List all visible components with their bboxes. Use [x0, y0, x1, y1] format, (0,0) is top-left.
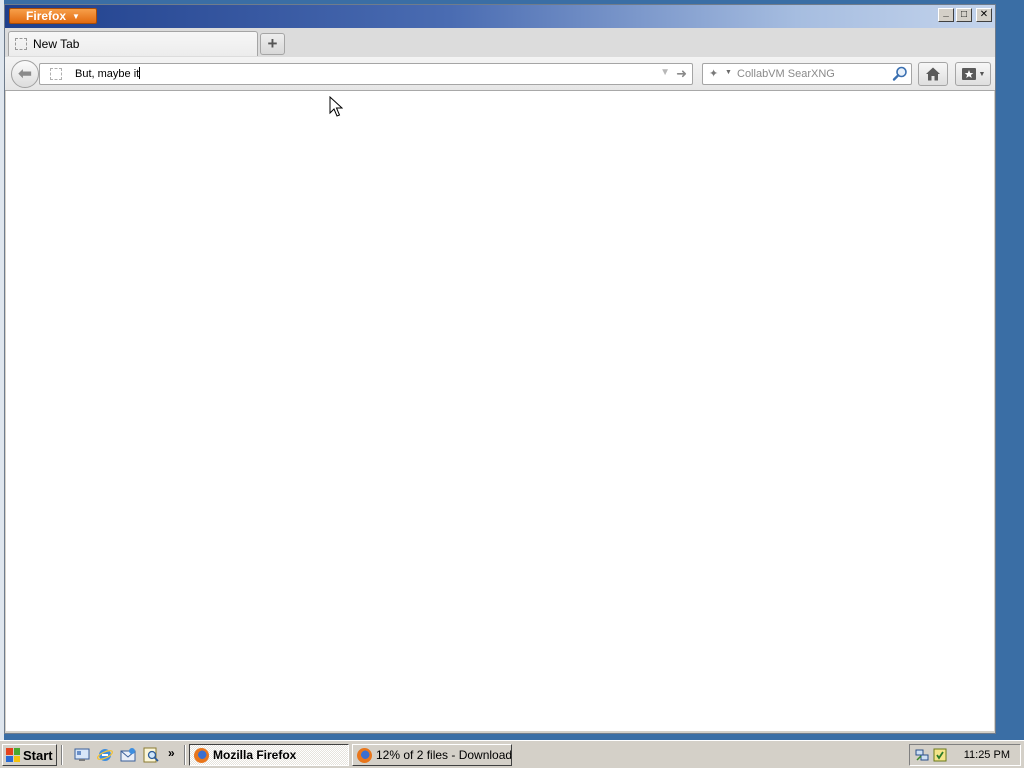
home-button[interactable] — [918, 62, 948, 86]
system-tray: 11:25 PM — [909, 744, 1021, 766]
engine-chevron-down-icon[interactable]: ▼ — [725, 69, 732, 76]
clock[interactable]: 11:25 PM — [964, 749, 1010, 761]
tab-new-tab[interactable]: New Tab — [8, 31, 258, 56]
maximize-icon: □ — [960, 9, 968, 20]
close-icon: ✕ — [979, 9, 989, 20]
tab-strip: New Tab + — [5, 28, 995, 57]
blank-page-icon — [15, 38, 27, 50]
back-arrow-icon: ⬅ — [17, 64, 33, 83]
go-arrow-icon[interactable]: ➜ — [676, 66, 687, 82]
search-icon[interactable] — [143, 747, 159, 763]
task-button-downloads[interactable]: 12% of 2 files - Downloads — [352, 744, 512, 766]
firefox-menu-button[interactable]: Firefox ▼ — [9, 8, 97, 24]
history-dropdown-icon[interactable]: ▼ — [660, 67, 670, 78]
firefox-icon — [194, 747, 209, 763]
security-shield-icon[interactable] — [933, 748, 947, 762]
magnifier-icon[interactable] — [891, 65, 909, 83]
windows-logo-icon — [6, 748, 20, 762]
taskbar-separator — [61, 745, 63, 765]
bookmarks-button[interactable]: ▼ — [955, 62, 991, 86]
show-desktop-icon[interactable] — [74, 747, 90, 763]
internet-explorer-icon[interactable] — [97, 747, 113, 763]
page-content[interactable] — [6, 91, 994, 731]
mouse-cursor-icon — [329, 96, 343, 117]
task-label: Mozilla Firefox — [213, 748, 297, 762]
new-tab-button[interactable]: + — [260, 33, 285, 55]
site-identity-icon[interactable] — [50, 68, 62, 80]
puzzle-icon[interactable]: ✦ — [709, 67, 718, 80]
chevron-down-icon: ▼ — [72, 11, 80, 21]
url-input[interactable]: But, maybe it — [75, 67, 140, 80]
task-label: 12% of 2 files - Downloads — [376, 748, 512, 762]
search-input[interactable]: CollabVM SearXNG — [737, 68, 835, 80]
bookmarks-star-icon — [961, 68, 976, 80]
minimize-button[interactable]: _ — [938, 6, 954, 22]
start-button[interactable]: Start — [2, 744, 57, 766]
taskbar: Start » Mozilla Firefox 12% of 2 files -… — [0, 740, 1024, 768]
firefox-menu-label: Firefox — [26, 9, 67, 23]
maximize-button[interactable]: □ — [956, 8, 972, 22]
search-bar[interactable]: ✦ ▼ CollabVM SearXNG — [702, 63, 912, 85]
task-button-firefox[interactable]: Mozilla Firefox — [189, 744, 349, 766]
firefox-window: Firefox ▼ _ □ ✕ New Tab + ⬅ But, maybe i… — [4, 4, 996, 734]
chevron-down-icon: ▼ — [978, 70, 986, 78]
network-icon[interactable] — [915, 748, 929, 762]
window-controls: _ □ ✕ — [938, 6, 992, 22]
navigation-toolbar: ⬅ But, maybe it ▼ ➜ ✦ ▼ CollabVM SearXNG — [5, 57, 995, 91]
start-label: Start — [23, 747, 53, 763]
tab-label: New Tab — [33, 37, 80, 51]
close-button[interactable]: ✕ — [976, 8, 992, 22]
title-bar[interactable]: Firefox ▼ _ □ ✕ — [5, 5, 995, 28]
quick-launch-more-button[interactable]: » — [168, 746, 175, 760]
minimize-icon: _ — [943, 6, 949, 18]
url-bar[interactable]: But, maybe it ▼ ➜ — [39, 63, 693, 85]
taskbar-separator — [184, 745, 186, 765]
home-icon — [926, 67, 940, 81]
back-button[interactable]: ⬅ — [11, 60, 39, 88]
outlook-express-icon[interactable] — [120, 747, 136, 763]
plus-icon: + — [267, 34, 278, 53]
firefox-icon — [357, 747, 372, 763]
